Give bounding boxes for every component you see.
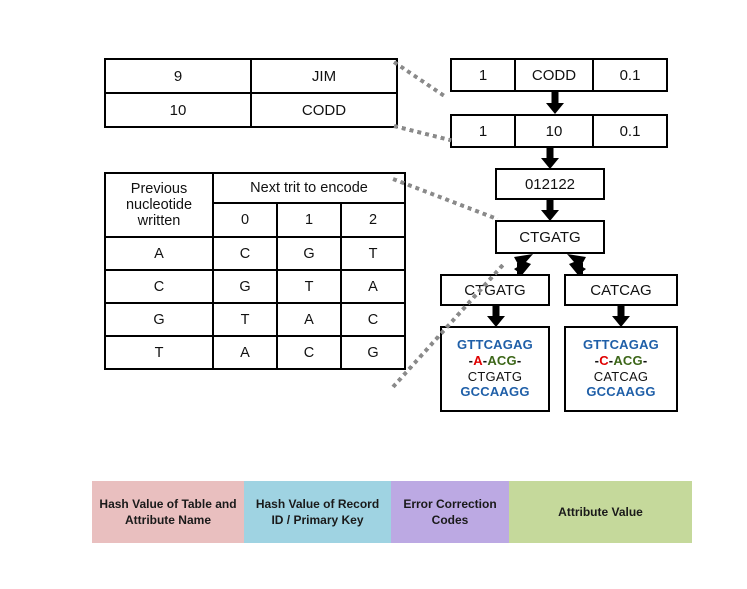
fragment-box-right: CATCAG <box>564 274 678 306</box>
legend-item-label: Attribute Value <box>558 504 643 519</box>
trit-prev-cell: A <box>104 236 214 271</box>
trit-prev-cell: G <box>104 302 214 337</box>
encoded-sequence-box-right: GTTCAGAG -C-ACG- CATCAG GCCAAGG <box>564 326 678 412</box>
sequence-ecc-top: GTTCAGAG <box>583 336 659 352</box>
trit-prev-cell: C <box>104 269 214 304</box>
table-header-row: Previous nucleotide written Next trit to… <box>104 172 406 238</box>
table-row: 1 10 0.1 <box>450 114 668 148</box>
hash-row-table-2: 1 10 0.1 <box>450 114 668 148</box>
trit-cell-1: G <box>276 236 342 271</box>
trit-string-box: 012122 <box>495 168 605 200</box>
legend: Hash Value of Table and Attribute Name H… <box>92 481 692 543</box>
connector-record-to-hash2 <box>393 124 452 143</box>
sequence-middle-line: -A-ACG- <box>469 353 522 369</box>
arrow-hash2-to-trits <box>540 146 560 170</box>
fragment-right-value: CATCAG <box>590 281 652 299</box>
trit-cell-0: G <box>212 269 278 304</box>
hash-cell-value: 0.1 <box>592 58 668 92</box>
sequence-payload: CATCAG <box>593 368 649 384</box>
record-name-cell: CODD <box>250 92 398 128</box>
trit-col-header-0: 0 <box>212 202 278 238</box>
record-id-cell: 10 <box>104 92 252 128</box>
table-row: 10 CODD <box>104 92 398 128</box>
hash-cell-table-attr: 1 <box>450 114 516 148</box>
sequence-middle-line: -C-ACG- <box>595 353 648 369</box>
trit-string-value: 012122 <box>524 175 576 193</box>
trit-cell-2: T <box>340 236 406 271</box>
sequence-red-base: A <box>473 352 483 368</box>
legend-item-error-correction: Error Correction Codes <box>391 481 509 543</box>
legend-item-label: Hash Value of Table and Attribute Name <box>99 496 237 527</box>
sequence-green-codon: ACG <box>487 352 517 368</box>
table-row: 9 JIM <box>104 58 398 94</box>
arrow-trits-to-dna <box>540 200 560 222</box>
sequence-dash: - <box>642 352 648 368</box>
trit-cell-2: A <box>340 269 406 304</box>
trit-cell-1: T <box>276 269 342 304</box>
sequence-ecc-top: GTTCAGAG <box>457 336 533 352</box>
trit-cell-0: T <box>212 302 278 337</box>
trit-prev-cell: T <box>104 335 214 370</box>
legend-item-hash-table-attribute: Hash Value of Table and Attribute Name <box>92 481 244 543</box>
table-row: 1 CODD 0.1 <box>450 58 668 92</box>
hash-cell-value: 0.1 <box>592 114 668 148</box>
trit-cell-2: G <box>340 335 406 370</box>
trit-col-header-2: 2 <box>340 202 406 238</box>
legend-item-attribute-value: Attribute Value <box>509 481 692 543</box>
record-name-cell: JIM <box>250 58 398 94</box>
record-table: 9 JIM 10 CODD <box>104 58 398 128</box>
arrow-fragment-left-to-sequence <box>486 306 506 328</box>
trit-col-header-1: 1 <box>276 202 342 238</box>
diagram-canvas: 9 JIM 10 CODD 1 CODD 0.1 1 10 0.1 012122 <box>0 0 747 589</box>
legend-item-label: Error Correction Codes <box>403 496 497 527</box>
connector-trit-table-to-dna <box>392 177 499 222</box>
encoded-sequence-box-left: GTTCAGAG -A-ACG- CTGATG GCCAAGG <box>440 326 550 412</box>
fragment-box-left: CTGATG <box>440 274 550 306</box>
trit-encoding-table: Previous nucleotide written Next trit to… <box>104 172 406 370</box>
trit-cell-1: C <box>276 335 342 370</box>
trit-table-header-next: Next trit to encode <box>212 172 406 204</box>
trit-cell-0: A <box>212 335 278 370</box>
legend-item-hash-record-id: Hash Value of Record ID / Primary Key <box>244 481 391 543</box>
hash-row-table-1: 1 CODD 0.1 <box>450 58 668 92</box>
sequence-ecc-bottom: GCCAAGG <box>460 384 530 400</box>
table-row: G T A C <box>104 302 406 337</box>
record-id-cell: 9 <box>104 58 252 94</box>
arrow-hash1-to-hash2 <box>545 90 565 114</box>
table-row: C G T A <box>104 269 406 304</box>
hash-cell-record-id: 10 <box>514 114 594 148</box>
arrow-fragment-right-to-sequence <box>611 306 631 328</box>
dna-string-value: CTGATG <box>519 228 581 246</box>
table-row: A C G T <box>104 236 406 271</box>
sequence-ecc-bottom: GCCAAGG <box>586 384 656 400</box>
connector-record-to-hash1 <box>392 60 446 98</box>
trit-cell-0: C <box>212 236 278 271</box>
hash-cell-record-id: CODD <box>514 58 594 92</box>
sequence-red-base: C <box>599 352 609 368</box>
sequence-payload: CTGATG <box>467 368 523 384</box>
dna-string-box: CTGATG <box>495 220 605 254</box>
sequence-dash: - <box>516 352 522 368</box>
arrow-split-right <box>567 254 586 276</box>
legend-item-label: Hash Value of Record ID / Primary Key <box>255 496 380 527</box>
sequence-green-codon: ACG <box>613 352 643 368</box>
trit-cell-1: A <box>276 302 342 337</box>
arrow-split-left <box>514 254 533 276</box>
trit-cell-2: C <box>340 302 406 337</box>
hash-cell-table-attr: 1 <box>450 58 516 92</box>
table-row: T A C G <box>104 335 406 370</box>
trit-table-header-prev: Previous nucleotide written <box>104 172 214 238</box>
